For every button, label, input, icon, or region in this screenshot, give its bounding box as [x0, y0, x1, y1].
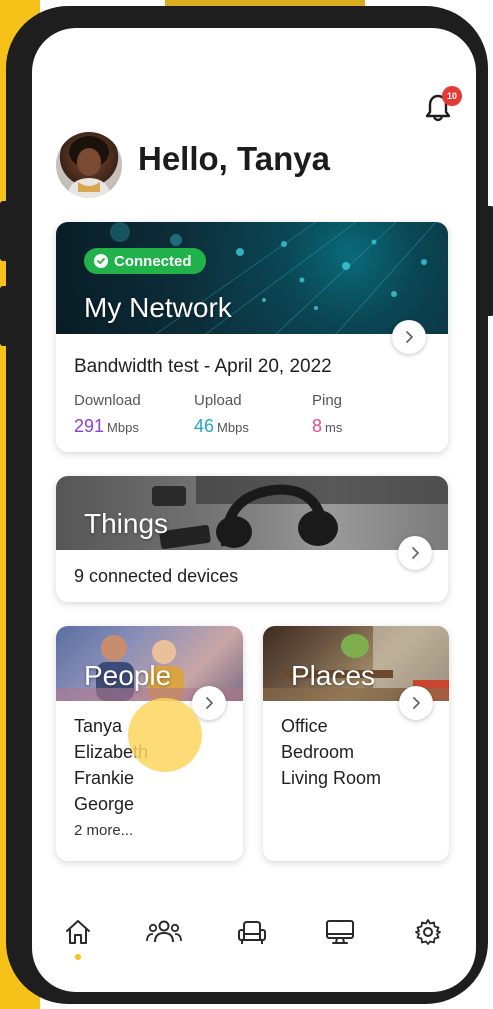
notification-badge: 10	[442, 86, 462, 106]
phone-frame: 10 Hello, Tanya Connected My Network Ban…	[0, 6, 493, 1004]
places-card-title: Places	[291, 660, 376, 691]
people-card-title: People	[84, 660, 172, 691]
bandwidth-test-label: Bandwidth test - April 20, 2022	[74, 356, 332, 377]
chevron-right-icon	[413, 697, 420, 709]
download-value: 291 Mbps	[74, 416, 139, 436]
check-icon	[94, 254, 108, 268]
network-card-chevron-button[interactable]	[392, 320, 426, 354]
active-nav-indicator	[75, 954, 81, 960]
avatar[interactable]	[56, 132, 122, 198]
touch-indicator	[128, 698, 202, 772]
chevron-right-icon	[406, 331, 413, 343]
people-card-chevron-button[interactable]	[192, 686, 226, 720]
chevron-right-icon	[206, 697, 213, 709]
network-card[interactable]: Connected My Network Bandwidth test - Ap…	[56, 222, 448, 452]
places-card[interactable]: Places Office Bedroom Living Room	[263, 626, 449, 861]
power-button	[484, 206, 493, 316]
gear-icon[interactable]	[410, 914, 446, 950]
things-card-chevron-button[interactable]	[398, 536, 432, 570]
places-list-item[interactable]: Living Room	[281, 768, 381, 789]
network-card-title: My Network	[84, 292, 232, 323]
connected-status-badge: Connected	[84, 248, 206, 274]
home-icon[interactable]	[60, 914, 96, 950]
places-list-item[interactable]: Office	[281, 716, 328, 737]
monitor-icon[interactable]	[322, 914, 358, 950]
people-list-item[interactable]: George	[74, 794, 134, 815]
volume-down-button	[0, 286, 10, 346]
things-card-title: Things	[84, 508, 169, 539]
places-list-item[interactable]: Bedroom	[281, 742, 354, 763]
volume-up-button	[0, 201, 10, 261]
download-label: Download	[74, 392, 141, 409]
things-card[interactable]: Things 9 connected devices	[56, 476, 448, 602]
ping-label: Ping	[312, 392, 343, 409]
app-screen: 10 Hello, Tanya Connected My Network Ban…	[32, 28, 476, 992]
upload-label: Upload	[194, 392, 242, 409]
places-card-chevron-button[interactable]	[399, 686, 433, 720]
chevron-right-icon	[412, 547, 419, 559]
greeting-title: Hello, Tanya	[138, 140, 330, 177]
bottom-nav	[32, 908, 476, 968]
people-list-item[interactable]: Tanya	[74, 716, 122, 737]
ping-value: 8 ms	[312, 416, 343, 436]
people-icon[interactable]	[146, 914, 182, 950]
people-list-item[interactable]: Frankie	[74, 768, 134, 789]
connected-devices-label: 9 connected devices	[74, 566, 239, 586]
upload-value: 46 Mbps	[194, 416, 249, 436]
connected-status-label: Connected	[114, 252, 192, 270]
armchair-icon[interactable]	[234, 914, 270, 950]
people-more-link[interactable]: 2 more...	[74, 822, 133, 839]
